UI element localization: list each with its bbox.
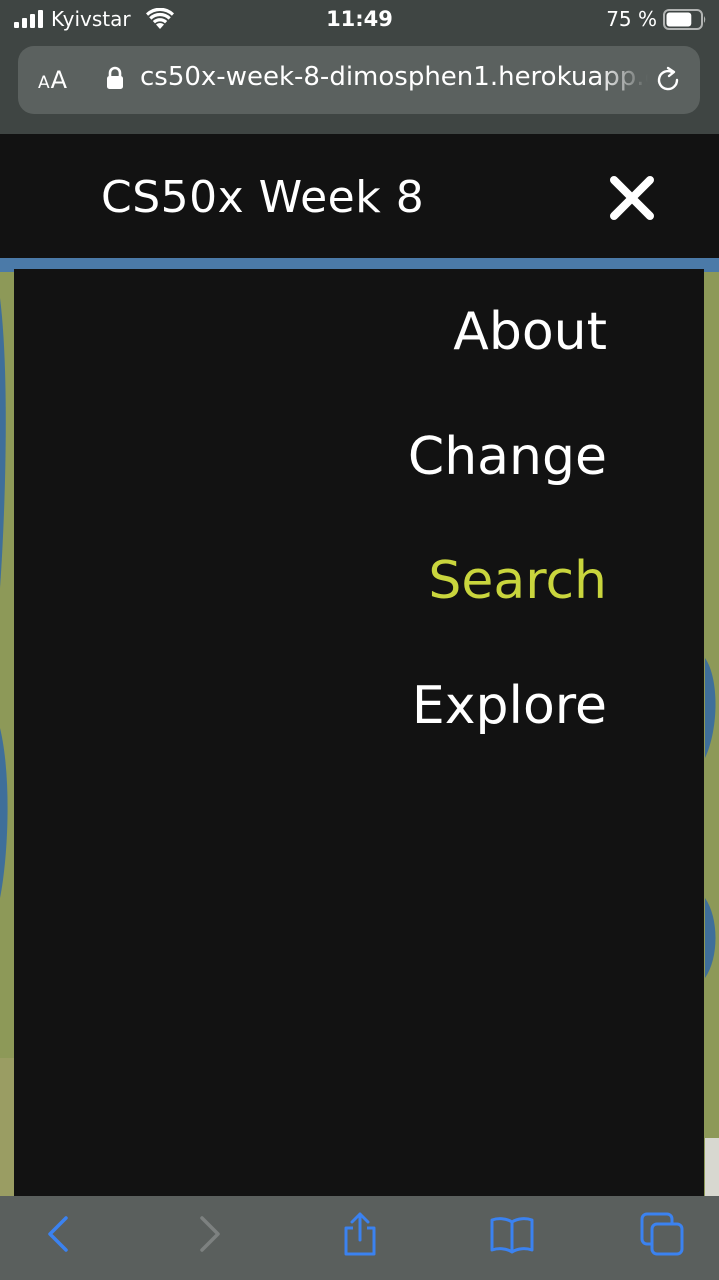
ios-browser-chrome: Kyivstar 11:49 75 % AA cs50x-week-8-dimo… (0, 0, 719, 134)
bookmarks-icon[interactable] (488, 1210, 536, 1258)
url-text[interactable]: cs50x-week-8-dimosphen1.herokuapp.com (140, 62, 648, 98)
reload-icon[interactable] (652, 64, 684, 96)
status-bar: Kyivstar 11:49 75 % (0, 0, 719, 40)
site-navbar: CS50x Week 8 (0, 134, 719, 258)
menu-item-about[interactable]: About (453, 302, 607, 362)
menu-item-change[interactable]: Change (408, 427, 607, 487)
site-brand[interactable]: CS50x Week 8 (101, 172, 424, 223)
browser-toolbar (0, 1196, 719, 1280)
back-icon[interactable] (36, 1210, 84, 1258)
forward-icon[interactable] (184, 1210, 232, 1258)
menu-item-search[interactable]: Search (428, 551, 607, 611)
battery-icon (663, 9, 706, 30)
tabs-icon[interactable] (638, 1210, 686, 1258)
share-icon[interactable] (336, 1210, 384, 1258)
text-size-button[interactable]: AA (38, 66, 68, 94)
close-menu-icon[interactable] (602, 168, 662, 228)
battery-percentage: 75 % (606, 7, 657, 31)
lock-icon (107, 66, 123, 89)
nav-menu-panel: About Change Search Explore (14, 269, 704, 1196)
menu-item-explore[interactable]: Explore (412, 676, 607, 736)
address-bar[interactable]: AA cs50x-week-8-dimosphen1.herokuapp.com (18, 46, 700, 114)
